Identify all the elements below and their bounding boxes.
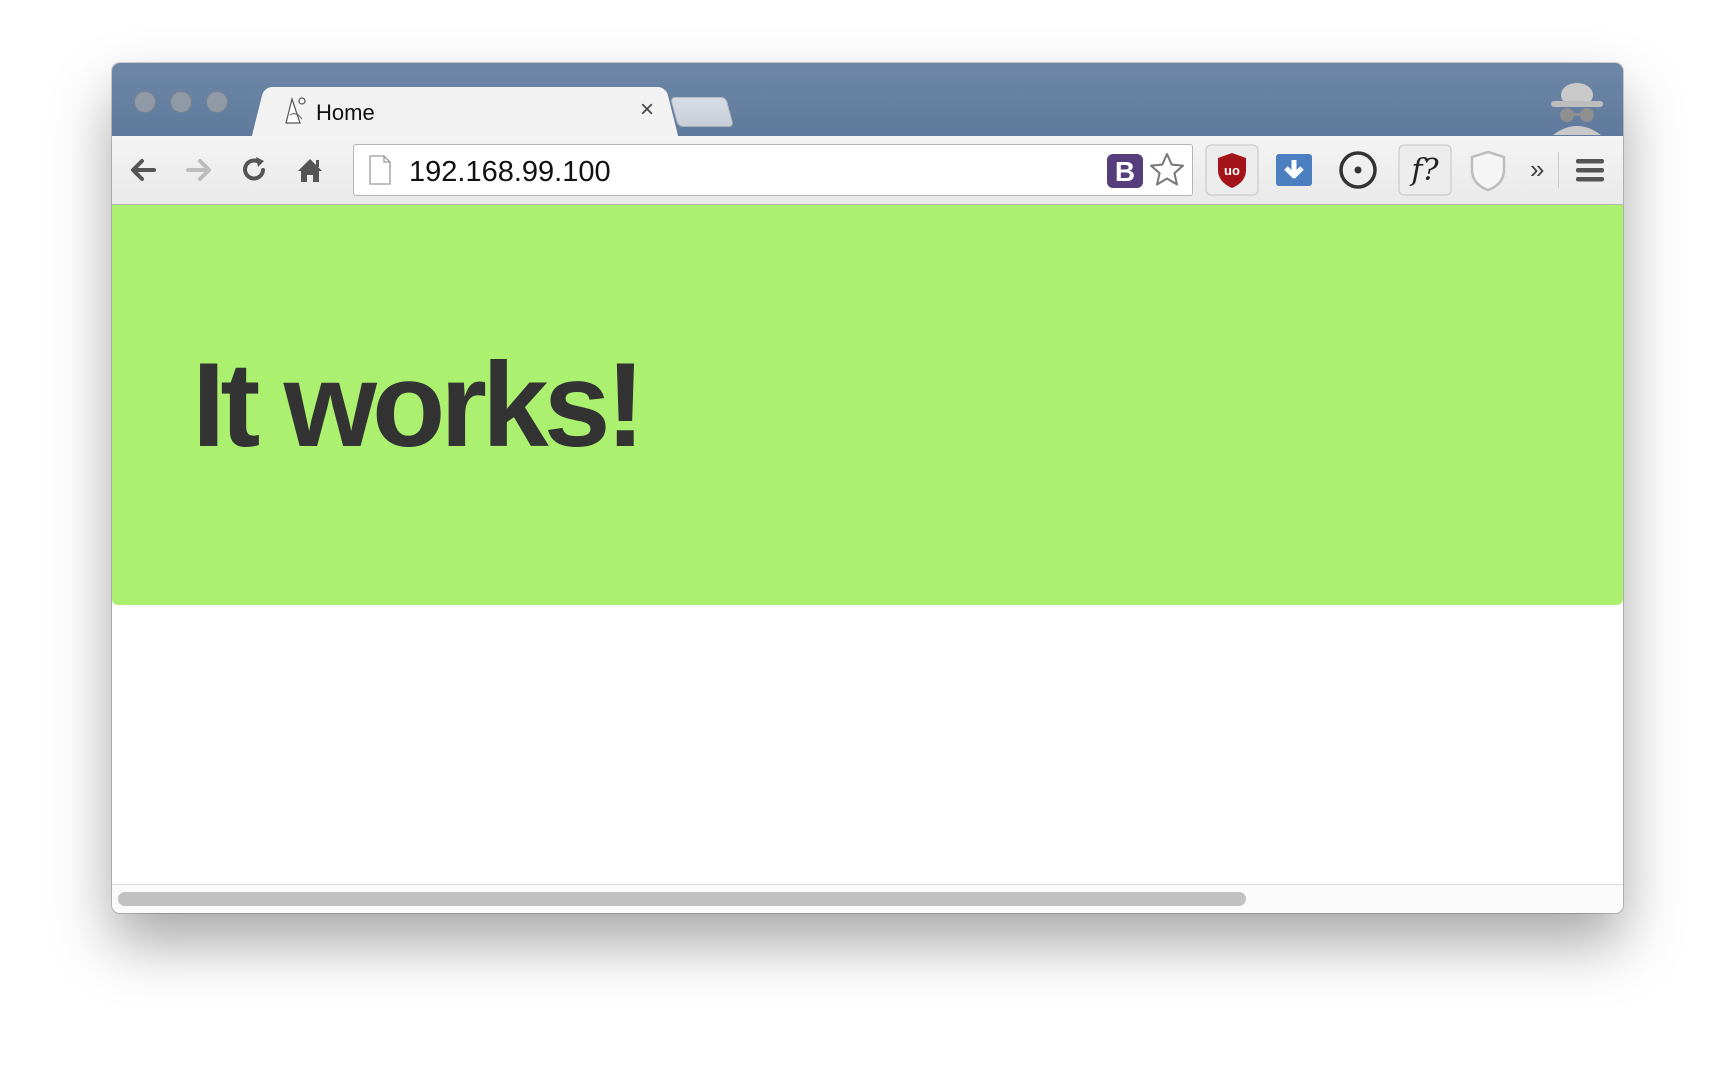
incognito-icon	[1551, 83, 1603, 135]
close-window-button[interactable]	[134, 91, 156, 113]
zoom-window-button[interactable]	[206, 91, 228, 113]
svg-text:B: B	[1115, 156, 1135, 187]
download-extension-button[interactable]	[1272, 144, 1316, 196]
new-tab-button[interactable]	[669, 97, 735, 127]
arrow-right-icon[interactable]	[178, 150, 218, 190]
tab-home[interactable]: Home ×	[270, 87, 660, 136]
ublock-extension-button[interactable]: uo	[1205, 144, 1259, 196]
title-bar: Home ×	[112, 63, 1623, 136]
bootstrap-extension-icon[interactable]: B	[1106, 153, 1144, 189]
tab-title: Home	[316, 100, 375, 125]
extensions-overflow-button[interactable]: »	[1530, 154, 1544, 185]
page-icon	[369, 155, 391, 185]
target-extension-button[interactable]	[1334, 144, 1382, 196]
font-finder-extension-button[interactable]: f?	[1398, 144, 1452, 196]
tab-close-icon[interactable]: ×	[640, 96, 654, 124]
svg-text:uo: uo	[1224, 163, 1240, 178]
download-icon	[1276, 154, 1312, 186]
font-finder-icon: f?	[1398, 144, 1452, 196]
horizontal-scrollbar[interactable]	[112, 884, 1623, 913]
home-icon[interactable]	[290, 150, 330, 190]
minimize-window-button[interactable]	[170, 91, 192, 113]
menu-icon[interactable]	[1572, 152, 1608, 188]
shield-extension-button[interactable]	[1466, 144, 1510, 196]
reload-icon[interactable]	[234, 150, 274, 190]
bookmark-star-icon[interactable]	[1148, 151, 1186, 189]
wizard-favicon-icon	[285, 96, 306, 124]
jumbotron: It works!	[112, 205, 1623, 605]
toolbar-divider	[1558, 152, 1559, 188]
scrollbar-thumb[interactable]	[118, 892, 1246, 906]
ublock-icon: uo	[1205, 144, 1259, 196]
arrow-left-icon[interactable]	[124, 150, 164, 190]
browser-toolbar: 192.168.99.100 B uo f? »	[112, 136, 1623, 205]
address-url[interactable]: 192.168.99.100	[409, 156, 611, 189]
browser-window: Home × 192.168.99.100 B uo f? » It works…	[112, 63, 1623, 913]
shield-icon	[1470, 150, 1506, 192]
target-icon	[1339, 151, 1377, 189]
address-bar[interactable]: 192.168.99.100 B	[353, 144, 1193, 196]
page-headline: It works!	[192, 338, 645, 472]
page-content: It works!	[112, 205, 1623, 913]
svg-text:f?: f?	[1409, 153, 1439, 188]
